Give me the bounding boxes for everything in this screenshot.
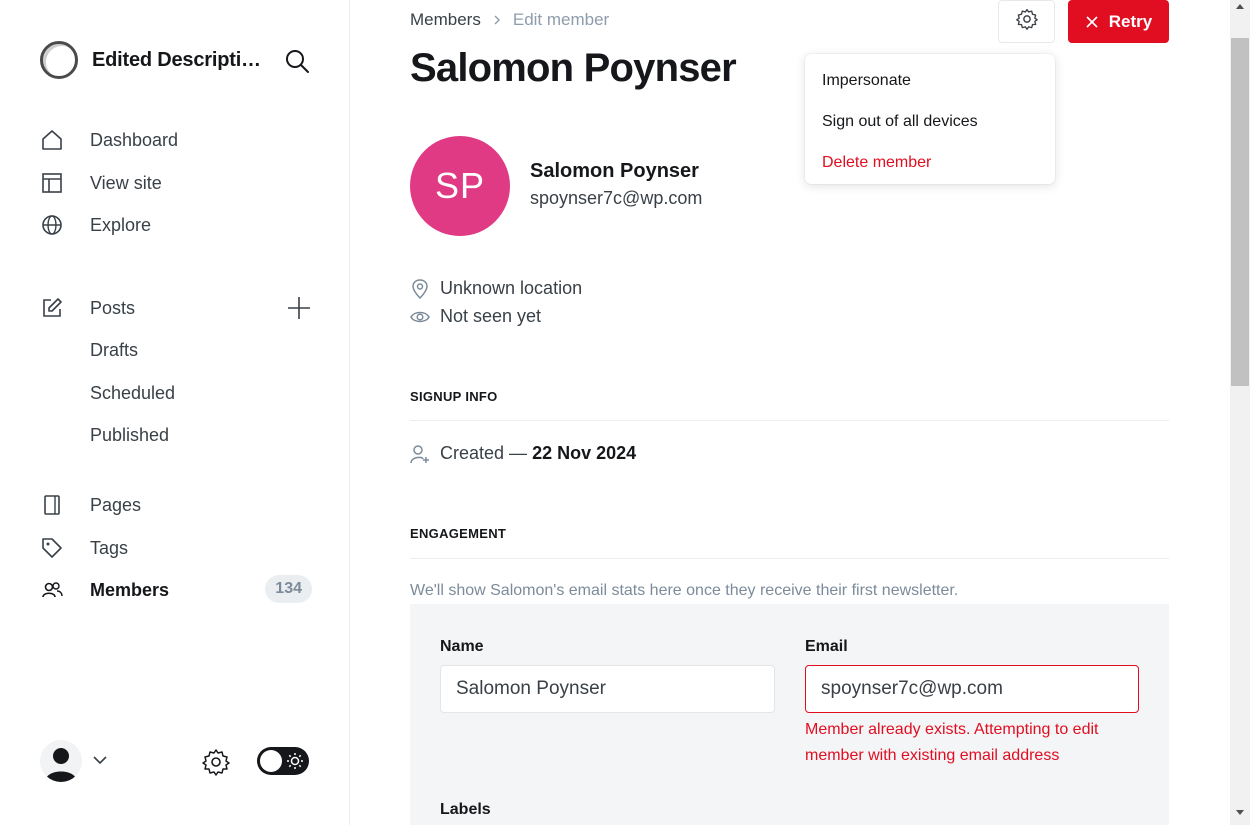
breadcrumb: Members Edit member [410, 10, 609, 30]
sidebar-item-drafts[interactable]: Drafts [90, 333, 312, 367]
search-icon[interactable] [284, 48, 310, 74]
menu-item-impersonate[interactable]: Impersonate [805, 60, 1055, 101]
engagement-note: We'll show Salomon's email stats here on… [410, 582, 959, 599]
sidebar-item-label: Pages [90, 494, 142, 515]
divider [410, 420, 1169, 421]
sidebar-item-members[interactable]: Members 134 [40, 573, 312, 607]
sidebar-item-pages[interactable]: Pages [40, 488, 312, 522]
brand: Edited Descripti… [40, 40, 310, 80]
created-row: Created — 22 Nov 2024 [410, 443, 636, 464]
menu-item-delete-member[interactable]: Delete member [805, 142, 1055, 183]
created-prefix: Created — [440, 443, 528, 463]
name-label: Name [440, 638, 484, 655]
name-field[interactable]: Salomon Poynser [440, 665, 775, 713]
member-actions-dropdown: Impersonate Sign out of all devices Dele… [805, 54, 1055, 184]
chevron-down-icon[interactable] [92, 752, 108, 773]
circle-logo-icon[interactable] [40, 41, 78, 79]
site-title[interactable]: Edited Descripti… [92, 49, 261, 72]
pencil-icon [40, 296, 64, 320]
members-count-badge: 134 [265, 575, 312, 603]
close-icon [1085, 15, 1099, 29]
sidebar-footer [40, 740, 312, 782]
member-form-panel: Name Salomon Poynser Email spoynser7c@wp… [410, 604, 1169, 825]
tag-icon [40, 536, 64, 560]
breadcrumb-members-link[interactable]: Members [410, 10, 481, 30]
sidebar-item-label: Scheduled [90, 382, 176, 403]
page-title: Salomon Poynser [410, 46, 737, 90]
sidebar-item-view-site[interactable]: View site [40, 166, 312, 200]
sidebar-item-label: Explore [90, 214, 152, 235]
chevron-right-icon [491, 14, 503, 26]
sidebar-item-label: Drafts [90, 339, 139, 360]
location-text: Unknown location [440, 278, 583, 298]
plus-icon[interactable] [286, 295, 312, 321]
labels-label: Labels [440, 801, 491, 818]
sidebar-item-label: View site [90, 172, 162, 193]
gear-icon[interactable] [202, 748, 230, 781]
divider [410, 558, 1169, 559]
users-icon [40, 578, 64, 602]
email-error-line-1: Member already exists. Attempting to edi… [805, 721, 1099, 738]
scrollbar-thumb[interactable] [1231, 38, 1249, 386]
scroll-up-arrow-icon[interactable] [1236, 4, 1244, 9]
sidebar-item-explore[interactable]: Explore [40, 208, 312, 242]
page-icon [40, 493, 64, 517]
retry-label: Retry [1108, 11, 1153, 31]
member-avatar: SP [410, 136, 510, 236]
sidebar-item-label: Members [90, 579, 170, 600]
layout-icon [40, 171, 64, 195]
sidebar: Edited Descripti… Dashboard View site Ex… [0, 0, 350, 825]
sun-icon [286, 752, 304, 775]
email-label: Email [805, 638, 848, 655]
gear-icon [1015, 8, 1038, 35]
sidebar-item-published[interactable]: Published [90, 418, 312, 452]
breadcrumb-current: Edit member [512, 10, 610, 29]
last-seen-text: Not seen yet [440, 306, 542, 326]
globe-icon [40, 213, 64, 237]
member-location: Unknown location [410, 278, 582, 299]
sidebar-item-dashboard[interactable]: Dashboard [40, 123, 312, 157]
sidebar-item-label: Tags [90, 537, 129, 558]
theme-toggle[interactable] [257, 747, 309, 775]
menu-item-sign-out-all[interactable]: Sign out of all devices [805, 101, 1055, 142]
sidebar-item-posts[interactable]: Posts [40, 291, 312, 325]
member-settings-button[interactable] [998, 0, 1055, 43]
member-name: Salomon Poynser [530, 160, 699, 182]
member-last-seen: Not seen yet [410, 306, 541, 327]
scroll-down-arrow-icon[interactable] [1236, 810, 1244, 815]
sidebar-item-label: Dashboard [90, 129, 179, 150]
member-email: spoynser7c@wp.com [530, 188, 703, 208]
location-pin-icon [410, 278, 430, 299]
user-add-icon [410, 444, 430, 464]
sidebar-item-tags[interactable]: Tags [40, 531, 312, 565]
engagement-heading: ENGAGEMENT [410, 526, 507, 541]
toggle-knob [260, 750, 282, 772]
email-field[interactable]: spoynser7c@wp.com [805, 665, 1139, 713]
email-error-line-2: member with existing email address [805, 747, 1060, 764]
main-content: Members Edit member Salomon Poynser Retr… [350, 0, 1230, 825]
signup-info-heading: SIGNUP INFO [410, 389, 498, 404]
created-date: 22 Nov 2024 [532, 443, 637, 463]
sidebar-item-label: Published [90, 424, 170, 445]
home-icon [40, 128, 64, 152]
retry-button[interactable]: Retry [1068, 0, 1169, 43]
sidebar-item-scheduled[interactable]: Scheduled [90, 376, 312, 410]
user-avatar[interactable] [40, 740, 82, 782]
sidebar-item-label: Posts [90, 297, 136, 318]
eye-icon [410, 307, 430, 327]
page-scrollbar[interactable] [1230, 0, 1250, 825]
